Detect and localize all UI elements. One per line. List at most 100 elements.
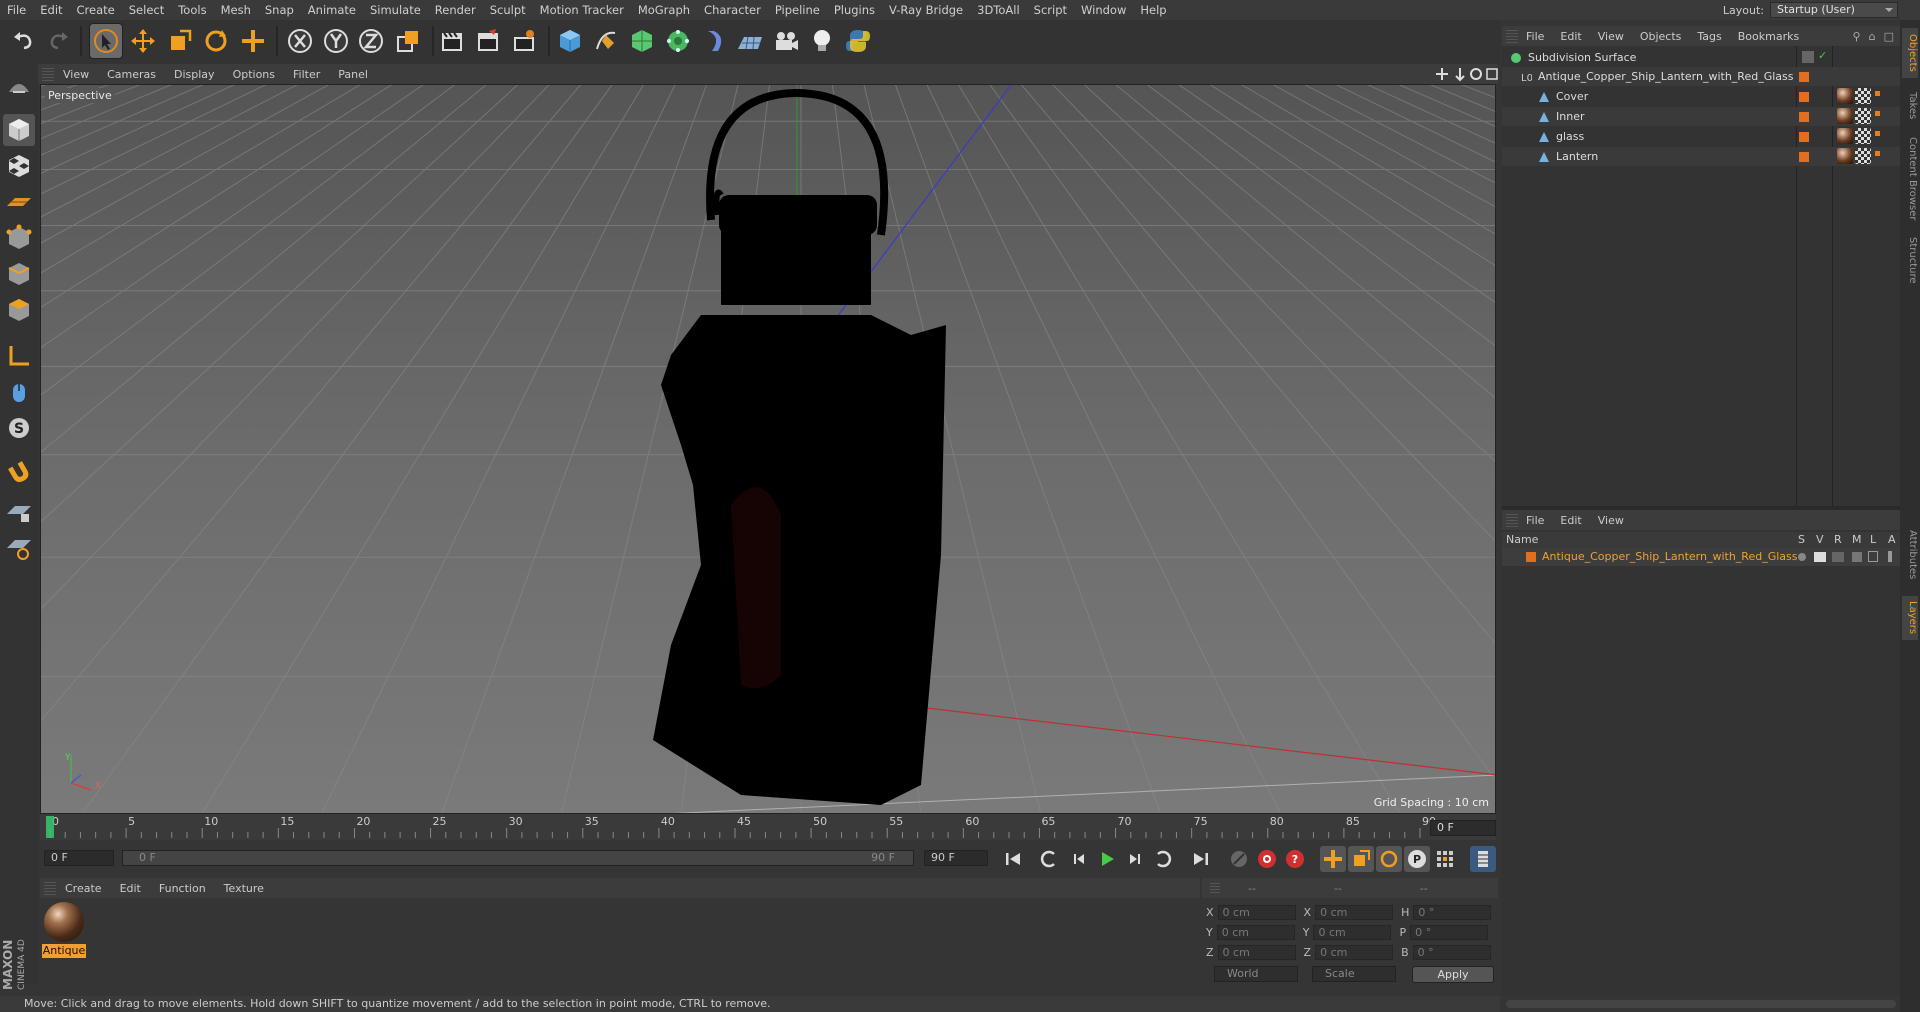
object-row-lantern-null[interactable]: L0 Antique_Copper_Ship_Lantern_with_Red_… [1502,67,1900,86]
layer-manager-icon[interactable] [1852,552,1862,562]
coordinate-system-button[interactable] [392,24,424,58]
object-menu-objects[interactable]: Objects [1632,30,1690,43]
layout-select[interactable]: Startup (User) [1770,2,1898,18]
layer-col-view[interactable]: V [1816,533,1824,546]
deformer-button[interactable] [698,24,730,58]
apply-button[interactable]: Apply [1412,966,1494,983]
timeline-window-button[interactable] [1470,846,1496,872]
object-color-dot[interactable] [1799,112,1809,122]
viewport-nav-icons[interactable] [1434,66,1498,82]
previous-key-button[interactable] [1036,846,1062,872]
rotation-p-field[interactable]: 0 ° [1410,924,1489,940]
layer-col-locked[interactable]: L [1870,533,1876,546]
layer-visible-eye-icon[interactable] [1814,552,1826,562]
size-x-field[interactable]: 0 cm [1315,904,1394,920]
object-row-inner[interactable]: Inner [1502,107,1900,126]
planar-workplane-button[interactable] [3,532,35,564]
menu-vray-bridge[interactable]: V-Ray Bridge [882,3,970,17]
record-disabled-button[interactable] [1226,846,1252,872]
search-icon[interactable]: ⚲ [1853,30,1861,43]
menu-mograph[interactable]: MoGraph [631,3,697,17]
material-tag[interactable] [1837,128,1853,144]
key-parameter-button[interactable]: P [1404,846,1430,872]
object-color-dot[interactable] [1799,152,1809,162]
light-button[interactable] [806,24,838,58]
object-menu-tags[interactable]: Tags [1689,30,1729,43]
material-tag[interactable] [1837,148,1853,164]
material-menu-create[interactable]: Create [56,882,111,895]
layer-col-manager[interactable]: M [1852,533,1862,546]
object-menu-edit[interactable]: Edit [1552,30,1589,43]
record-button[interactable] [1254,846,1280,872]
material-tag[interactable] [1837,108,1853,124]
z-axis-button[interactable] [355,24,387,58]
layer-col-render[interactable]: R [1834,533,1842,546]
menu-help[interactable]: Help [1133,3,1173,17]
object-color-dot[interactable] [1799,132,1809,142]
layer-color-swatch[interactable] [1526,552,1536,562]
axis-mode-button[interactable] [3,340,35,372]
key-position-button[interactable] [1320,846,1346,872]
tweak-mode-button[interactable] [3,376,35,408]
object-row-subdivision-surface[interactable]: Subdivision Surface ✓ [1502,48,1900,67]
scale-button[interactable] [164,24,196,58]
model-mode-button[interactable] [3,114,35,146]
tab-takes[interactable]: Takes [1902,84,1918,128]
layer-menu-view[interactable]: View [1590,514,1632,527]
snap-button[interactable] [3,456,35,488]
move-button[interactable] [127,24,159,58]
start-frame-field[interactable]: 0 F [44,850,114,866]
solo-button[interactable]: S [3,412,35,444]
polygons-mode-button[interactable] [3,294,35,326]
viewport-menu-filter[interactable]: Filter [284,68,329,81]
material-menu-texture[interactable]: Texture [215,882,273,895]
go-to-end-button[interactable] [1188,846,1214,872]
position-y-field[interactable]: 0 cm [1216,924,1295,940]
selection-tag[interactable] [1873,148,1883,164]
selection-tag[interactable] [1873,88,1883,104]
layer-lock-icon[interactable] [1868,551,1878,562]
menu-window[interactable]: Window [1074,3,1133,17]
rotate-button[interactable] [200,24,232,58]
lock-workplane-button[interactable] [3,496,35,528]
next-frame-button[interactable] [1122,846,1148,872]
layer-col-name[interactable]: Name [1506,533,1538,546]
tab-content-browser[interactable]: Content Browser [1902,134,1918,224]
viewport-menu-view[interactable]: View [54,68,98,81]
previous-frame-button[interactable] [1066,846,1092,872]
menu-edit[interactable]: Edit [33,3,69,17]
current-frame-display[interactable]: 0 F [1430,820,1496,836]
camera-button[interactable] [770,24,802,58]
key-pla-button[interactable] [1432,846,1458,872]
preview-range-slider[interactable]: 0 F 90 F [122,850,914,866]
next-key-button[interactable] [1150,846,1176,872]
y-axis-button[interactable] [320,24,352,58]
material-thumbnail[interactable] [44,902,84,942]
menu-character[interactable]: Character [697,3,768,17]
go-to-start-button[interactable] [1000,846,1026,872]
uvw-tag[interactable] [1855,108,1871,124]
live-selection-button[interactable] [89,23,123,59]
x-axis-button[interactable] [284,24,316,58]
render-picture-viewer-button[interactable] [472,24,504,58]
viewport-menu-panel[interactable]: Panel [329,68,377,81]
home-icon[interactable]: ⌂ [1869,30,1876,43]
material-tag[interactable] [1837,88,1853,104]
cube-button[interactable] [554,24,586,58]
key-rotation-button[interactable] [1376,846,1402,872]
coordinate-mode-select[interactable]: World [1214,966,1298,982]
render-settings-button[interactable] [508,24,540,58]
menu-simulate[interactable]: Simulate [363,3,428,17]
menu-mesh[interactable]: Mesh [214,3,258,17]
object-color-dot[interactable] [1799,92,1809,102]
layer-swatch[interactable] [1802,51,1814,63]
key-scale-button[interactable] [1348,846,1374,872]
menu-sculpt[interactable]: Sculpt [483,3,533,17]
menu-motion-tracker[interactable]: Motion Tracker [533,3,631,17]
uvw-tag[interactable] [1855,148,1871,164]
timeline-ruler[interactable]: 0 5 10 15 20 25 30 35 40 45 50 55 60 65 70 75 80 85 90 [40,814,1496,840]
uvw-tag[interactable] [1855,88,1871,104]
rotation-h-field[interactable]: 0 ° [1413,904,1492,920]
material-menu-edit[interactable]: Edit [111,882,150,895]
viewport-menu-cameras[interactable]: Cameras [98,68,165,81]
